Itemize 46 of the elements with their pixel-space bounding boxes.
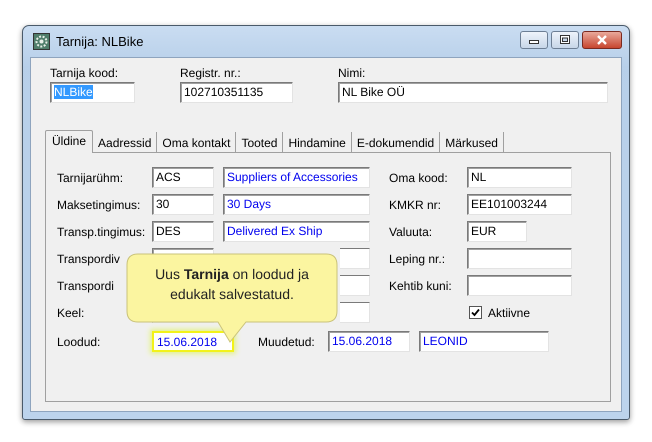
field-label: Nimi: (338, 66, 366, 80)
field-label: Kehtib kuni: (389, 278, 453, 292)
text-field[interactable]: EUR (467, 221, 527, 242)
date-field[interactable]: 15.06.2018 (328, 331, 410, 352)
code-field[interactable]: DES (152, 221, 214, 242)
window-title: Tarnija: NLBike (56, 34, 144, 49)
description-field[interactable]: Suppliers of Accessories (223, 167, 370, 188)
description-field[interactable] (340, 248, 370, 269)
tooltip-text: Uus Tarnija on loodud ja edukalt salvestatud. (154, 265, 310, 304)
date-field[interactable]: 15.06.2018 (152, 331, 234, 352)
description-field[interactable]: 30 Days (223, 194, 370, 215)
close-icon (596, 34, 608, 44)
text-field[interactable]: EE101003244 (467, 194, 572, 215)
text-field[interactable] (467, 248, 572, 269)
field-label: Loodud: (57, 334, 102, 348)
field-label: Valuuta: (389, 224, 434, 238)
code-field[interactable]: ACS (152, 167, 214, 188)
gear-icon (33, 33, 50, 50)
description-field[interactable] (340, 275, 370, 296)
text-field[interactable]: 102710351135 (180, 82, 293, 103)
checkbox-label: Aktiivne (488, 306, 530, 320)
text-field[interactable]: NL (467, 167, 572, 188)
text-field[interactable]: NL Bike OÜ (338, 82, 608, 103)
text-field[interactable] (467, 275, 572, 296)
field-label: KMKR nr: (389, 198, 442, 212)
field-label: Transpordi (57, 278, 115, 292)
field-label: Registr. nr.: (180, 66, 242, 80)
field-label: Transpordiv (57, 252, 121, 266)
maximize-button[interactable] (551, 30, 579, 48)
field-label: Transp.tingimus: (57, 224, 146, 238)
field-label: Oma kood: (389, 170, 449, 184)
tab[interactable]: Üldine (45, 130, 94, 153)
minimize-button[interactable] (520, 30, 548, 48)
checkbox[interactable] (469, 306, 482, 319)
description-field[interactable] (340, 302, 370, 323)
field-label: Tarnijarühm: (57, 170, 124, 184)
field-label: Maksetingimus: (57, 198, 142, 212)
close-button[interactable] (582, 30, 622, 48)
user-field[interactable]: LEONID (419, 331, 549, 352)
field-label: Muudetud: (258, 334, 316, 348)
description-field[interactable]: Delivered Ex Ship (223, 221, 370, 242)
field-label: Keel: (57, 306, 86, 320)
restore-icon (560, 35, 570, 44)
field-label: Tarnija kood: (50, 66, 120, 80)
field-label: Leping nr.: (389, 252, 446, 266)
code-field[interactable]: 30 (152, 194, 214, 215)
